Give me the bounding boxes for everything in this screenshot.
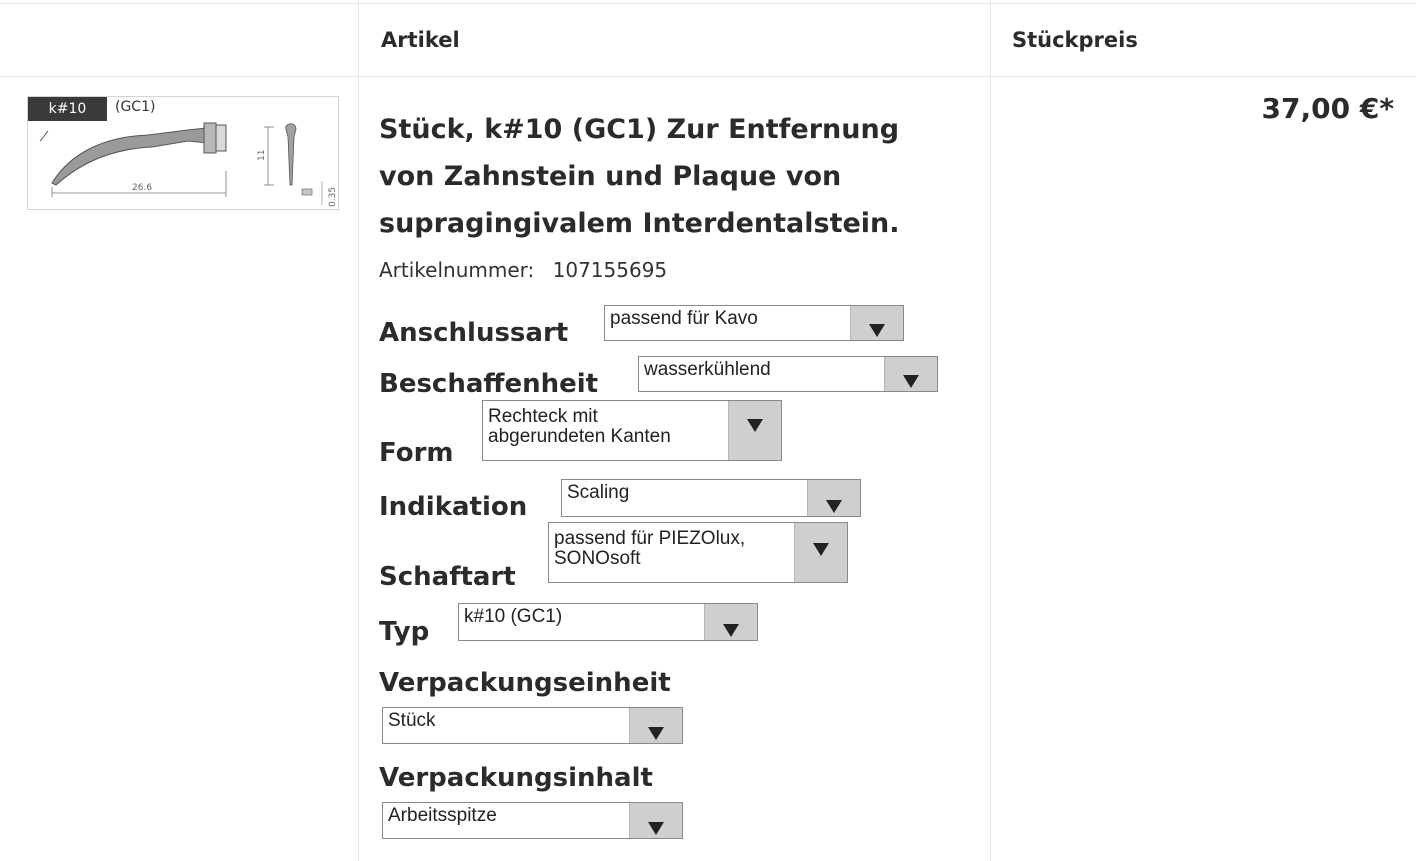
select-indikation-button[interactable] <box>807 480 860 516</box>
select-verpackungseinheit-value: Stück <box>388 710 436 731</box>
select-verpackungsinhalt-value: Arbeitsspitze <box>388 805 497 826</box>
select-anschlussart-value: passend für Kavo <box>610 308 758 329</box>
table-header-divider <box>0 76 1416 77</box>
product-image[interactable]: k#10 (GC1) 26.6 11 0.35 <box>27 96 339 210</box>
article-number-value: 107155695 <box>552 258 668 282</box>
option-label-verpackungseinheit: Verpackungseinheit <box>379 668 671 698</box>
column-divider-2 <box>990 0 991 861</box>
select-schaftart-value: passend für PIEZOlux, SONOsoft <box>554 529 745 569</box>
column-header-unit-price: Stückpreis <box>1012 28 1138 52</box>
triangle-down-icon <box>813 543 829 556</box>
select-schaftart-value-line1: passend für PIEZOlux, <box>554 528 746 549</box>
option-label-form: Form <box>379 438 454 468</box>
select-verpackungsinhalt[interactable]: Arbeitsspitze <box>382 802 683 839</box>
option-label-schaftart: Schaftart <box>379 562 516 592</box>
select-verpackungsinhalt-button[interactable] <box>629 803 682 838</box>
select-verpackungseinheit[interactable]: Stück <box>382 707 683 744</box>
product-title[interactable]: Stück, k#10 (GC1) Zur Entfernung von Zah… <box>379 106 949 247</box>
dimension-labels: 26.6 11 0.35 <box>132 150 338 207</box>
select-beschaffenheit-button[interactable] <box>884 357 937 391</box>
select-typ-button[interactable] <box>704 604 757 640</box>
dimension-height-label: 11 <box>257 150 267 161</box>
select-anschlussart-button[interactable] <box>850 306 903 340</box>
select-form[interactable]: Rechteck mit abgerundeten Kanten <box>482 400 782 461</box>
select-anschlussart[interactable]: passend für Kavo <box>604 305 904 341</box>
select-beschaffenheit-value: wasserkühlend <box>644 359 771 380</box>
select-form-value-line2: abgerundeten Kanten <box>488 426 671 447</box>
select-indikation-value: Scaling <box>567 482 630 503</box>
article-number: Artikelnummer: 107155695 <box>379 258 667 282</box>
option-label-verpackungsinhalt: Verpackungsinhalt <box>379 763 653 793</box>
select-beschaffenheit[interactable]: wasserkühlend <box>638 356 938 392</box>
triangle-down-icon <box>648 727 664 740</box>
select-schaftart-button[interactable] <box>794 523 847 582</box>
dimension-thickness-label: 0.35 <box>328 187 338 207</box>
option-label-anschlussart: Anschlussart <box>379 318 569 348</box>
article-number-label: Artikelnummer: <box>379 258 535 282</box>
select-schaftart[interactable]: passend für PIEZOlux, SONOsoft <box>548 522 848 583</box>
select-typ-value: k#10 (GC1) <box>464 606 563 627</box>
option-label-indikation: Indikation <box>379 492 528 522</box>
select-schaftart-value-line2: SONOsoft <box>554 548 641 569</box>
triangle-down-icon <box>826 500 842 513</box>
table-top-border <box>0 3 1416 4</box>
select-form-value: Rechteck mit abgerundeten Kanten <box>488 407 671 447</box>
option-label-beschaffenheit: Beschaffenheit <box>379 369 599 399</box>
triangle-down-icon <box>723 624 739 637</box>
triangle-down-icon <box>747 419 763 432</box>
triangle-down-icon <box>869 324 885 337</box>
dimension-length-label: 26.6 <box>132 183 152 193</box>
column-header-article: Artikel <box>381 28 460 52</box>
select-verpackungseinheit-button[interactable] <box>629 708 682 743</box>
triangle-down-icon <box>903 375 919 388</box>
select-form-button[interactable] <box>728 401 781 460</box>
select-indikation[interactable]: Scaling <box>561 479 861 517</box>
unit-price: 37,00 €* <box>1261 92 1394 125</box>
option-label-typ: Typ <box>379 617 430 647</box>
select-form-value-line1: Rechteck mit <box>488 406 598 427</box>
select-typ[interactable]: k#10 (GC1) <box>458 603 758 641</box>
column-divider-1 <box>358 0 359 861</box>
triangle-down-icon <box>648 822 664 835</box>
